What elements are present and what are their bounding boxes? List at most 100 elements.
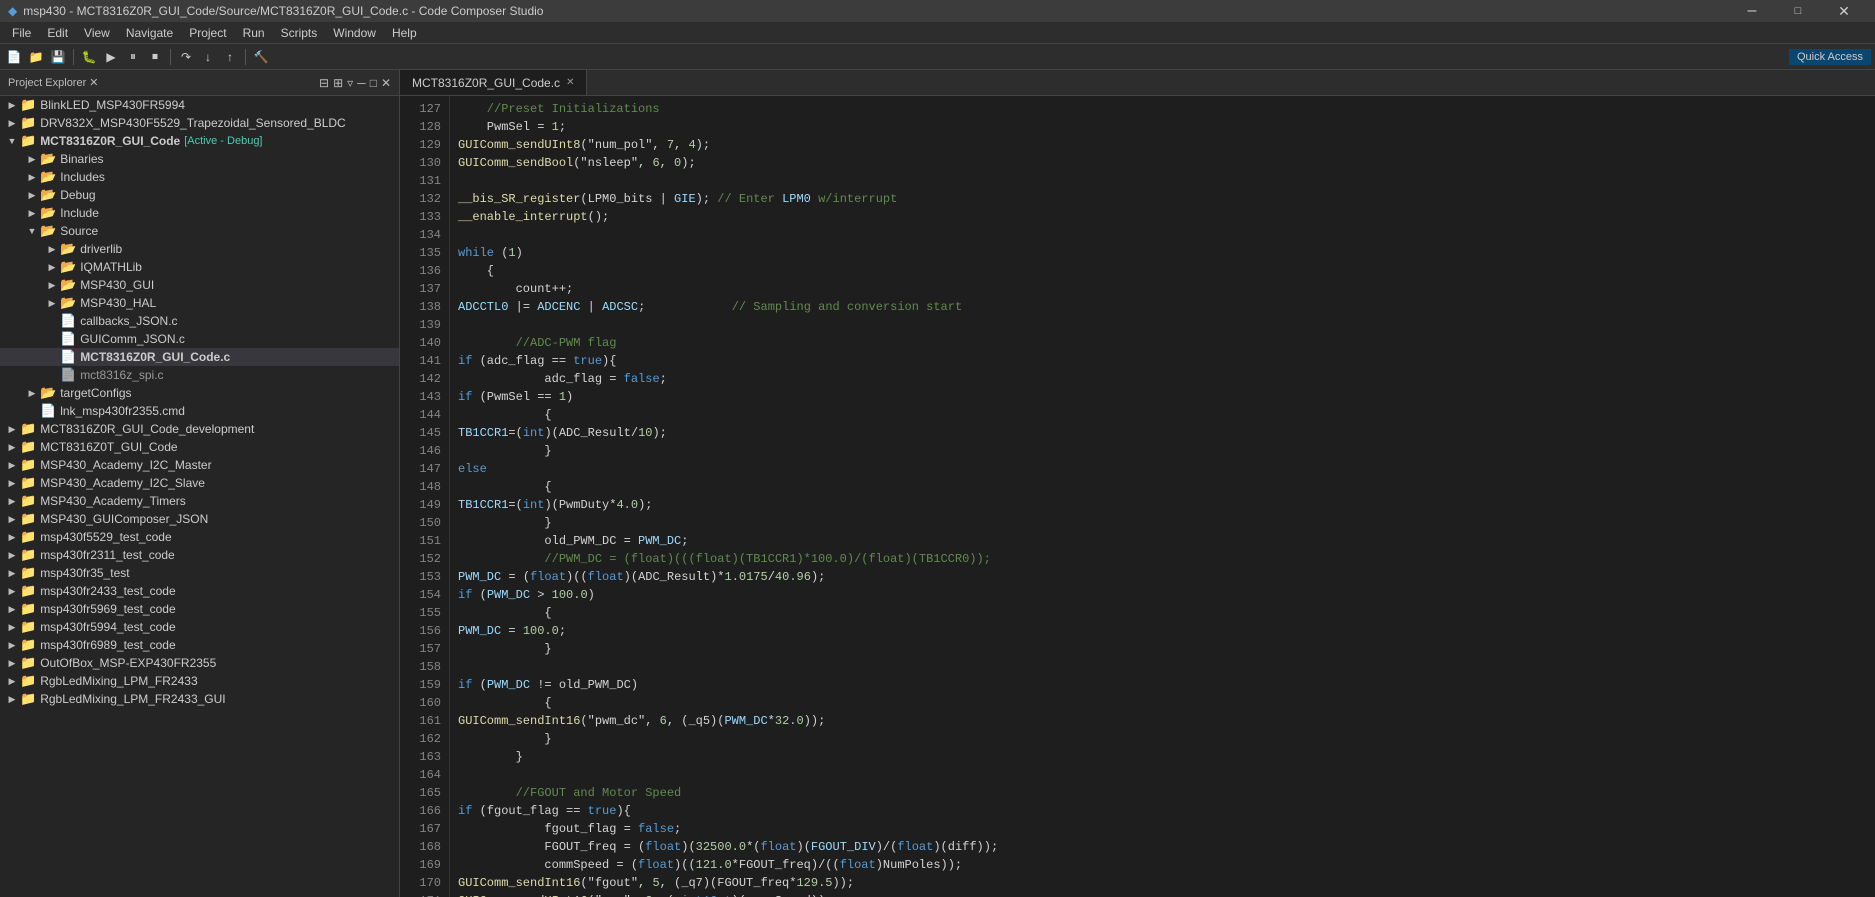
tree-item-mct8316code[interactable]: ▶ 📄 MCT8316Z0R_GUI_Code.c (0, 348, 399, 366)
code-line-171: GUIComm_sendUInt16("rpm", 3, (uint16_t)(… (458, 892, 1867, 897)
step-over-button[interactable]: ↷ (176, 47, 196, 67)
menubar: File Edit View Navigate Project Run Scri… (0, 22, 1875, 44)
sidebar: Project Explorer ✕ ⊟ ⊞ ▿ ─ □ ✕ ▶ 📁 Blink… (0, 70, 400, 897)
tree-item-rgbled[interactable]: ▶ 📁 RgbLedMixing_LPM_FR2433 (0, 672, 399, 690)
tree-item-binaries[interactable]: ▶ 📂 Binaries (0, 150, 399, 168)
minimize-view-icon[interactable]: ─ (357, 76, 366, 90)
link-editor-icon[interactable]: ⊞ (333, 76, 343, 90)
tree-label-outofbox: OutOfBox_MSP-EXP430FR2355 (40, 656, 216, 670)
tree-arrow-include: ▶ (24, 208, 40, 219)
tree-item-outofbox[interactable]: ▶ 📁 OutOfBox_MSP-EXP430FR2355 (0, 654, 399, 672)
menu-run[interactable]: Run (235, 24, 273, 42)
tree-item-msp430hal[interactable]: ▶ 📂 MSP430_HAL (0, 294, 399, 312)
new-button[interactable]: 📄 (4, 47, 24, 67)
expand-all-icon[interactable]: ▿ (347, 76, 353, 90)
code-line-135: while (1) (458, 244, 1867, 262)
run-button[interactable]: ▶ (101, 47, 121, 67)
tree-item-mct8316dev[interactable]: ▶ 📁 MCT8316Z0R_GUI_Code_development (0, 420, 399, 438)
tree-item-include[interactable]: ▶ 📂 Include (0, 204, 399, 222)
step-into-button[interactable]: ↓ (198, 47, 218, 67)
tree-item-includes[interactable]: ▶ 📂 Includes (0, 168, 399, 186)
c-file-icon-2: 📄 (60, 331, 76, 347)
menu-project[interactable]: Project (181, 24, 234, 42)
tree-item-i2cmaster[interactable]: ▶ 📁 MSP430_Academy_I2C_Master (0, 456, 399, 474)
tree-arrow-mct8316z0t: ▶ (4, 442, 20, 453)
tree-item-msp430gui[interactable]: ▶ 📂 MSP430_GUI (0, 276, 399, 294)
toolbar-sep-3 (245, 49, 246, 65)
stop-button[interactable]: ⏹ (145, 47, 165, 67)
tree-item-debug[interactable]: ▶ 📂 Debug (0, 186, 399, 204)
close-button[interactable]: ✕ (1821, 0, 1867, 22)
code-line-156: PWM_DC = 100.0; (458, 622, 1867, 640)
tree-item-lnk[interactable]: ▶ 📄 lnk_msp430fr2355.cmd (0, 402, 399, 420)
project-icon-15: 📁 (20, 637, 36, 653)
tree-label-guicomposer: MSP430_GUIComposer_JSON (40, 512, 208, 526)
menu-view[interactable]: View (76, 24, 118, 42)
tree-item-rgbledgui[interactable]: ▶ 📁 RgbLedMixing_LPM_FR2433_GUI (0, 690, 399, 708)
tree-item-targetconfigs[interactable]: ▶ 📂 targetConfigs (0, 384, 399, 402)
code-line-146: } (458, 442, 1867, 460)
tree-item-fr5994[interactable]: ▶ 📁 msp430fr5994_test_code (0, 618, 399, 636)
editor-tab-active[interactable]: MCT8316Z0R_GUI_Code.c ✕ (400, 70, 587, 95)
tree-label-fr6989: msp430fr6989_test_code (40, 638, 175, 652)
menu-navigate[interactable]: Navigate (118, 24, 181, 42)
menu-help[interactable]: Help (384, 24, 425, 42)
menu-file[interactable]: File (4, 24, 39, 42)
quick-access-button[interactable]: Quick Access (1789, 49, 1871, 65)
tree-item-fr35[interactable]: ▶ 📁 msp430fr35_test (0, 564, 399, 582)
tree-label-mct8316z0t: MCT8316Z0T_GUI_Code (40, 440, 177, 454)
code-line-161: GUIComm_sendInt16("pwm_dc", 6, (_q5)(PWM… (458, 712, 1867, 730)
tree-item-f5529[interactable]: ▶ 📁 msp430f5529_test_code (0, 528, 399, 546)
tree-arrow-debug: ▶ (24, 190, 40, 201)
tree-item-fr6989[interactable]: ▶ 📁 msp430fr6989_test_code (0, 636, 399, 654)
open-button[interactable]: 📁 (26, 47, 46, 67)
tree-item-source[interactable]: ▼ 📂 Source (0, 222, 399, 240)
tree-item-blinkled[interactable]: ▶ 📁 BlinkLED_MSP430FR5994 (0, 96, 399, 114)
menu-edit[interactable]: Edit (39, 24, 76, 42)
tree-item-fr2433[interactable]: ▶ 📁 msp430fr2433_test_code (0, 582, 399, 600)
close-view-icon[interactable]: ✕ (381, 76, 391, 90)
project-icon-2: 📁 (20, 115, 36, 131)
menu-window[interactable]: Window (325, 24, 384, 42)
tree-arrow-drv832x: ▶ (4, 118, 20, 129)
tree-label-targetconfigs: targetConfigs (60, 386, 131, 400)
tree-item-mct8316z0t[interactable]: ▶ 📁 MCT8316Z0T_GUI_Code (0, 438, 399, 456)
pause-button[interactable]: ⏸ (123, 47, 143, 67)
tree-item-driverlib[interactable]: ▶ 📂 driverlib (0, 240, 399, 258)
code-line-154: if (PWM_DC > 100.0) (458, 586, 1867, 604)
tree-item-fr5969[interactable]: ▶ 📁 msp430fr5969_test_code (0, 600, 399, 618)
tree-item-mct8316z[interactable]: ▶ 📄 mct8316z_spi.c (0, 366, 399, 384)
tab-close-button[interactable]: ✕ (566, 77, 574, 88)
tree-arrow-i2cmaster: ▶ (4, 460, 20, 471)
tree-item-guicomm[interactable]: ▶ 📄 GUIComm_JSON.c (0, 330, 399, 348)
collapse-all-icon[interactable]: ⊟ (319, 76, 329, 90)
build-button[interactable]: 🔨 (251, 47, 271, 67)
code-line-148: { (458, 478, 1867, 496)
code-line-149: TB1CCR1=(int)(PwmDuty*4.0); (458, 496, 1867, 514)
step-return-button[interactable]: ↑ (220, 47, 240, 67)
menu-scripts[interactable]: Scripts (273, 24, 326, 42)
code-line-158 (458, 658, 1867, 676)
debug-button[interactable]: 🐛 (79, 47, 99, 67)
sidebar-header: Project Explorer ✕ ⊟ ⊞ ▿ ─ □ ✕ (0, 70, 399, 96)
tree-item-timers[interactable]: ▶ 📁 MSP430_Academy_Timers (0, 492, 399, 510)
tree-label-f5529: msp430f5529_test_code (40, 530, 171, 544)
tree-item-i2cslave[interactable]: ▶ 📁 MSP430_Academy_I2C_Slave (0, 474, 399, 492)
sidebar-title: Project Explorer ✕ (8, 76, 99, 89)
maximize-button[interactable]: □ (1775, 0, 1821, 22)
tree-arrow-fr35: ▶ (4, 568, 20, 579)
editor-area: MCT8316Z0R_GUI_Code.c ✕ 1271281291301311… (400, 70, 1875, 897)
tree-item-mct8316[interactable]: ▼ 📁 MCT8316Z0R_GUI_Code [Active - Debug] (0, 132, 399, 150)
tree-item-drv832x[interactable]: ▶ 📁 DRV832X_MSP430F5529_Trapezoidal_Sens… (0, 114, 399, 132)
project-icon-16: 📁 (20, 655, 36, 671)
save-button[interactable]: 💾 (48, 47, 68, 67)
minimize-button[interactable]: – (1729, 0, 1775, 22)
tree-label-blinkled: BlinkLED_MSP430FR5994 (40, 98, 185, 112)
maximize-view-icon[interactable]: □ (370, 76, 377, 90)
tree-item-callbacks[interactable]: ▶ 📄 callbacks_JSON.c (0, 312, 399, 330)
tree-item-fr2311[interactable]: ▶ 📁 msp430fr2311_test_code (0, 546, 399, 564)
tree-item-guicomposer[interactable]: ▶ 📁 MSP430_GUIComposer_JSON (0, 510, 399, 528)
tree-item-iqmath[interactable]: ▶ 📂 IQMATHLib (0, 258, 399, 276)
code-line-128: PwmSel = 1; (458, 118, 1867, 136)
code-content[interactable]: //Preset Initializations PwmSel = 1; GUI… (450, 96, 1875, 897)
